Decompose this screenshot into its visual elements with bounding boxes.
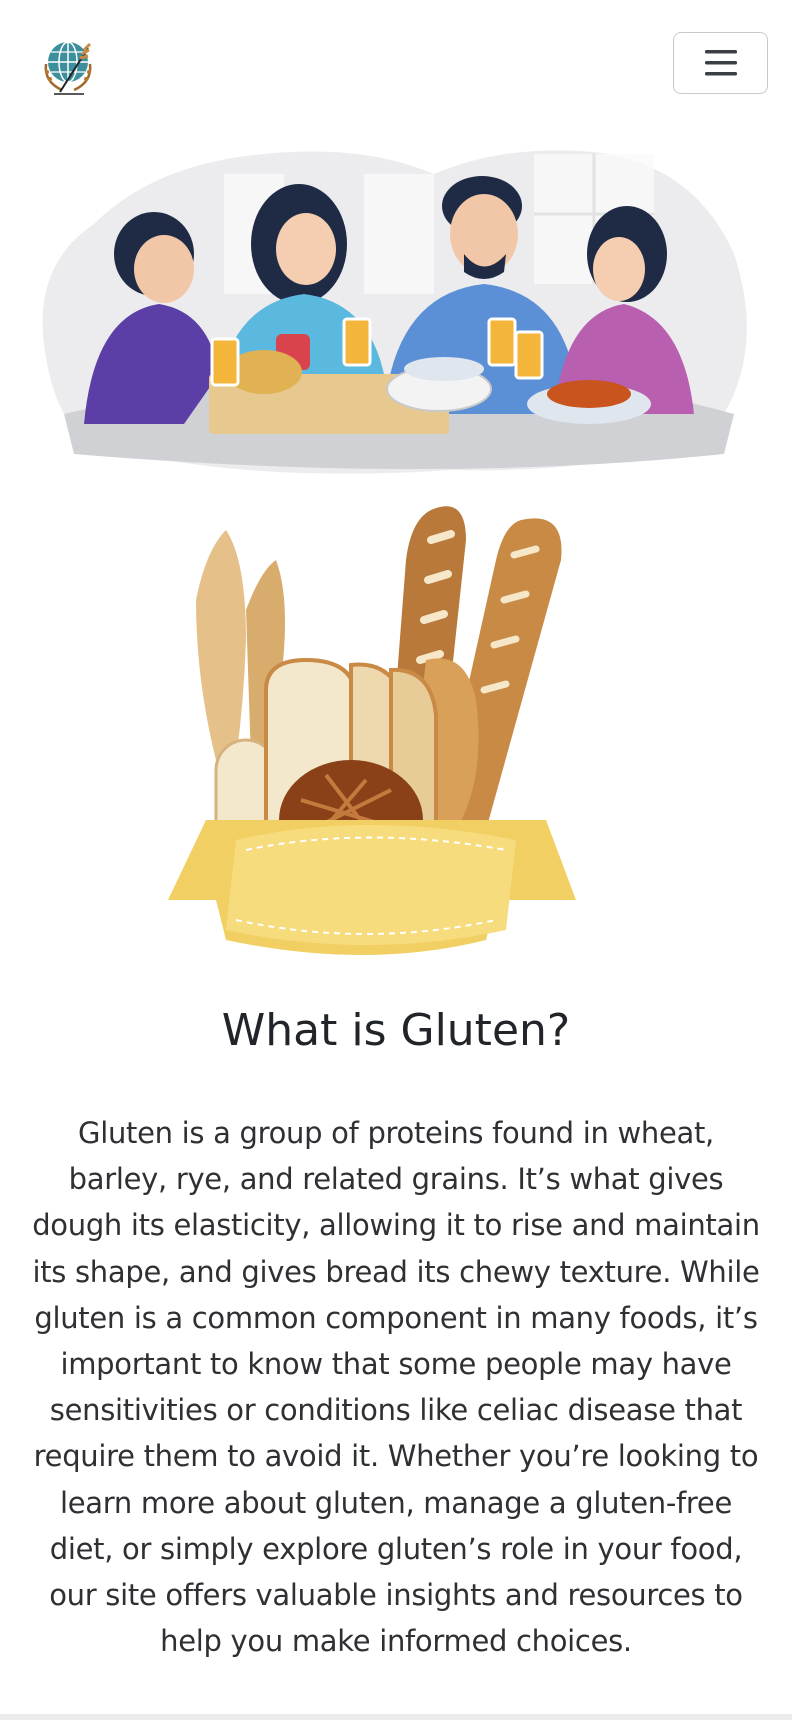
page-bottom-divider <box>0 1714 792 1720</box>
hamburger-menu-button[interactable] <box>673 32 768 94</box>
family-dinner-illustration <box>34 144 756 480</box>
navbar <box>0 0 792 130</box>
hamburger-menu-icon <box>704 50 737 76</box>
page-title: What is Gluten? <box>221 1005 571 1056</box>
bread-and-wheat-illustration <box>166 500 596 960</box>
intro-paragraph: Gluten is a group of proteins found in w… <box>32 1116 760 1659</box>
globe-wheat-logo-icon[interactable] <box>40 34 100 96</box>
